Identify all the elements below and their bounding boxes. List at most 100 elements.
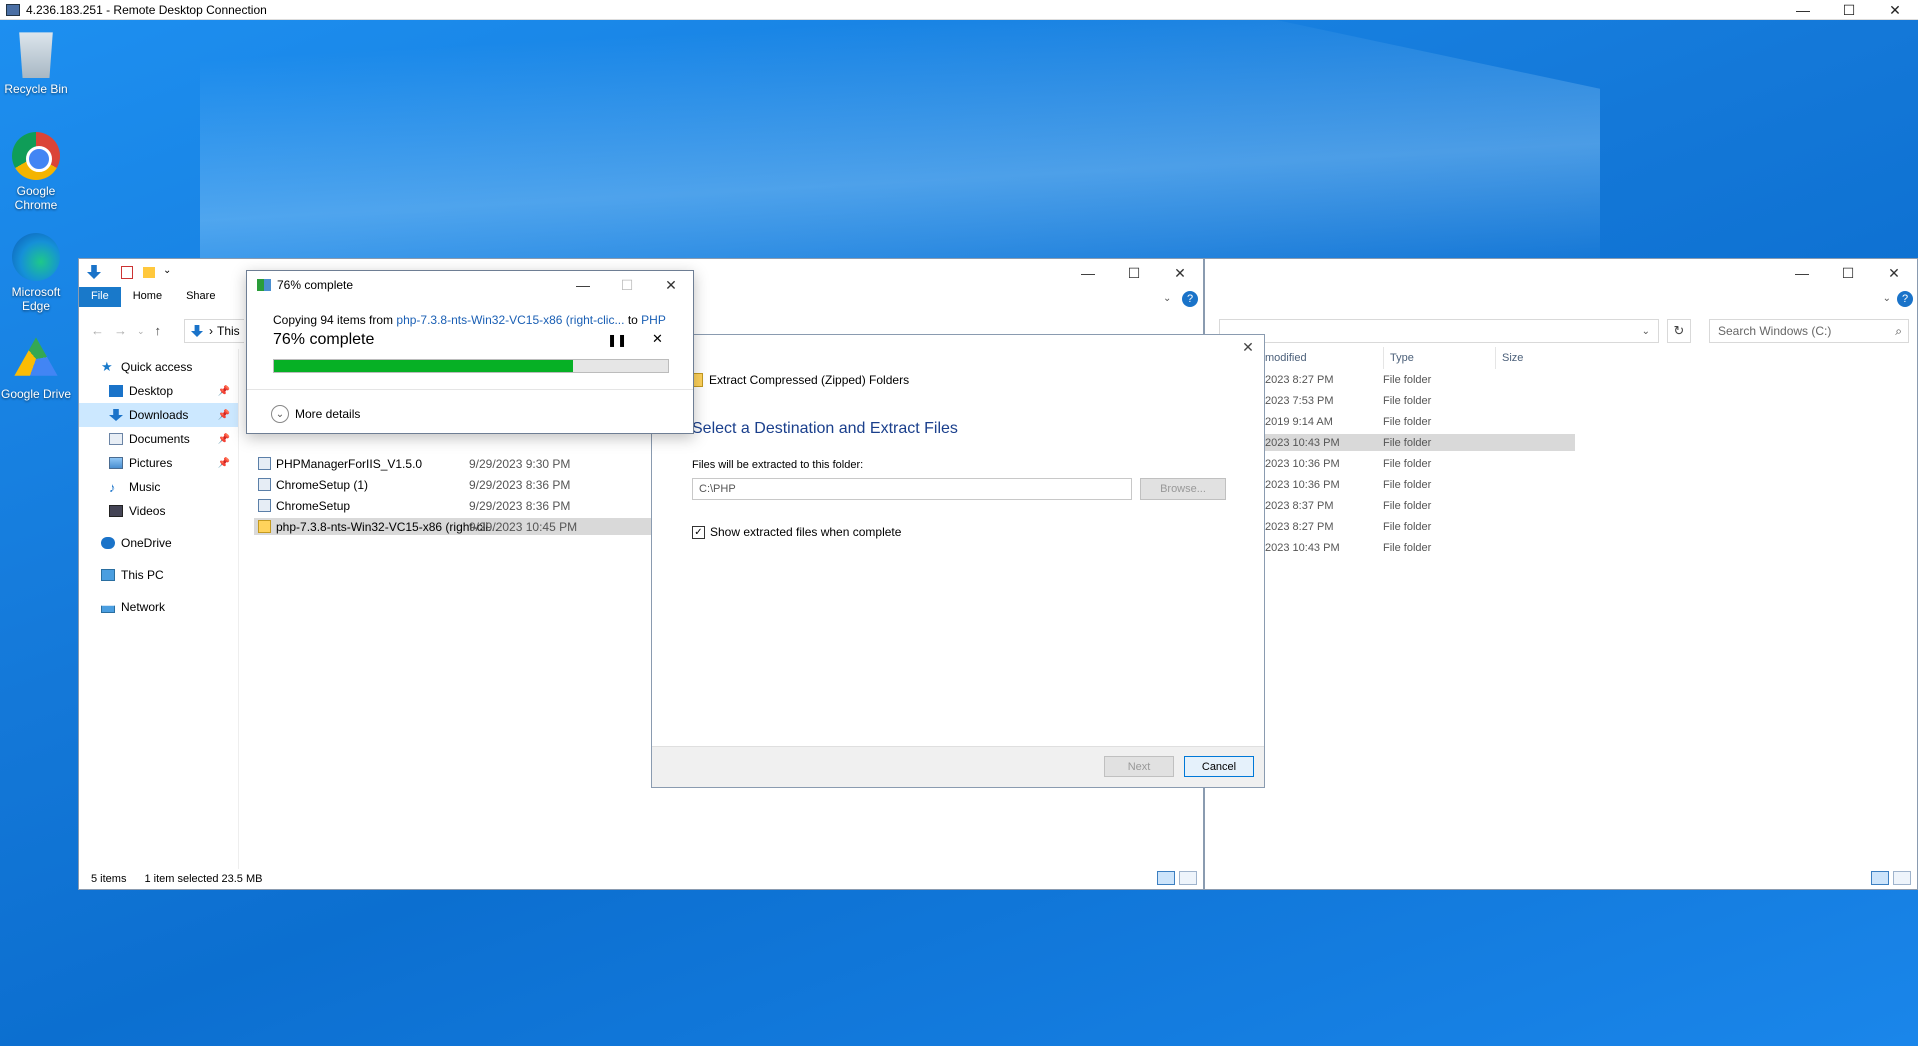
show-extracted-files-checkbox[interactable]: ✓ Show extracted files when complete: [692, 525, 901, 539]
table-row[interactable]: 2019 9:14 AM File folder: [1265, 413, 1575, 430]
downloads-arrow-icon: [191, 325, 203, 337]
item-type: File folder: [1383, 478, 1432, 491]
help-icon[interactable]: ?: [1897, 291, 1913, 307]
status-bar: 5 items 1 item selected 23.5 MB: [79, 869, 1203, 889]
refresh-button[interactable]: ↻: [1667, 319, 1691, 343]
chevron-down-icon: ⌄: [271, 405, 289, 423]
close-icon[interactable]: ✕: [1238, 339, 1258, 356]
help-icon[interactable]: ?: [1182, 291, 1198, 307]
chevron-down-icon[interactable]: ⌄: [1163, 293, 1171, 304]
desktop-icon-edge[interactable]: Microsoft Edge: [0, 233, 72, 313]
chevron-down-icon[interactable]: ⌄: [163, 265, 171, 276]
modified-date: 2023 7:53 PM: [1265, 394, 1334, 407]
rdp-close-button[interactable]: ✕: [1872, 0, 1918, 20]
remote-desktop-icon: [6, 3, 20, 16]
column-header-modified[interactable]: modified: [1265, 347, 1375, 369]
destination-label: Files will be extracted to this folder:: [692, 459, 864, 471]
table-row[interactable]: 2023 10:36 PM File folder: [1265, 455, 1575, 472]
nav-this-pc[interactable]: This PC: [79, 563, 238, 587]
downloads-icon: [109, 409, 123, 421]
forward-arrow-icon[interactable]: →: [114, 323, 127, 338]
column-header-size[interactable]: Size: [1495, 347, 1575, 369]
minimize-button[interactable]: —: [1779, 259, 1825, 287]
file-row-selected[interactable]: php-7.3.8-nts-Win32-VC15-x86 (right-cli.…: [254, 518, 654, 535]
nav-music[interactable]: ♪ Music: [79, 475, 238, 499]
file-row[interactable]: PHPManagerForIIS_V1.5.0 9/29/2023 9:30 P…: [254, 455, 654, 472]
nav-quick-access[interactable]: ★ Quick access: [79, 355, 238, 379]
modified-date: 2023 8:37 PM: [1265, 499, 1334, 512]
close-button[interactable]: ✕: [1871, 259, 1917, 287]
new-folder-icon[interactable]: [143, 267, 155, 278]
nav-documents[interactable]: Documents 📌: [79, 427, 238, 451]
close-button[interactable]: ✕: [1157, 259, 1203, 287]
extract-wizard-dialog: ✕ Extract Compressed (Zipped) Folders Se…: [651, 334, 1265, 788]
table-row[interactable]: 2023 8:27 PM File folder: [1265, 518, 1575, 535]
nav-pictures[interactable]: Pictures 📌: [79, 451, 238, 475]
nav-onedrive[interactable]: OneDrive: [79, 531, 238, 555]
large-icons-view-icon[interactable]: [1893, 871, 1911, 885]
column-header-type[interactable]: Type: [1383, 347, 1493, 369]
breadcrumb[interactable]: This: [217, 324, 240, 338]
pin-icon[interactable]: 📌: [218, 410, 230, 421]
tab-share[interactable]: Share: [174, 287, 227, 307]
up-arrow-icon[interactable]: ↑: [155, 323, 162, 338]
chevron-down-icon[interactable]: ⌄: [1883, 293, 1891, 304]
chrome-icon: [12, 132, 60, 180]
nav-videos[interactable]: Videos: [79, 499, 238, 523]
desktop-icon-chrome[interactable]: Google Chrome: [0, 132, 72, 212]
browse-button[interactable]: Browse...: [1140, 478, 1226, 500]
desktop-icon-recycle-bin[interactable]: Recycle Bin: [0, 30, 72, 96]
recent-locations-icon[interactable]: ⌄: [137, 323, 145, 338]
next-button[interactable]: Next: [1104, 756, 1174, 777]
address-bar[interactable]: ⌄: [1219, 319, 1659, 343]
close-button[interactable]: ✕: [649, 271, 693, 299]
cancel-copy-icon[interactable]: ✕: [652, 331, 663, 347]
maximize-button[interactable]: ☐: [1825, 259, 1871, 287]
table-row[interactable]: 2023 10:43 PM File folder: [1265, 434, 1575, 451]
desktop-icon-google-drive[interactable]: Google Drive: [0, 335, 72, 401]
nav-network[interactable]: Network: [79, 595, 238, 619]
copy-description: Copying 94 items from php-7.3.8-nts-Win3…: [273, 313, 666, 327]
destination-path-input[interactable]: C:\PHP: [692, 478, 1132, 500]
large-icons-view-icon[interactable]: [1179, 871, 1197, 885]
item-type: File folder: [1383, 541, 1432, 554]
source-link[interactable]: php-7.3.8-nts-Win32-VC15-x86 (right-clic…: [396, 313, 624, 327]
nav-downloads[interactable]: Downloads 📌: [79, 403, 238, 427]
file-row[interactable]: ChromeSetup 9/29/2023 8:36 PM: [254, 497, 654, 514]
back-arrow-icon[interactable]: ←: [91, 323, 104, 338]
nav-desktop[interactable]: Desktop 📌: [79, 379, 238, 403]
table-row[interactable]: 2023 8:27 PM File folder: [1265, 371, 1575, 388]
minimize-button[interactable]: —: [561, 271, 605, 299]
item-type: File folder: [1383, 457, 1432, 470]
progress-bar: [273, 359, 669, 373]
table-row[interactable]: 2023 7:53 PM File folder: [1265, 392, 1575, 409]
tab-home[interactable]: Home: [121, 287, 174, 307]
search-input[interactable]: Search Windows (C:) ⌕: [1709, 319, 1909, 343]
details-view-icon[interactable]: [1157, 871, 1175, 885]
desktop: Recycle Bin Google Chrome Microsoft Edge…: [0, 20, 1918, 1046]
table-row[interactable]: 2023 8:37 PM File folder: [1265, 497, 1575, 514]
tab-file[interactable]: File: [79, 287, 121, 307]
maximize-button[interactable]: ☐: [1111, 259, 1157, 287]
rdp-minimize-button[interactable]: —: [1780, 0, 1826, 20]
table-row[interactable]: 2023 10:43 PM File folder: [1265, 539, 1575, 556]
pin-icon[interactable]: 📌: [218, 458, 230, 469]
details-view-icon[interactable]: [1871, 871, 1889, 885]
chevron-down-icon[interactable]: ⌄: [1642, 326, 1650, 337]
pin-icon[interactable]: 📌: [218, 434, 230, 445]
table-row[interactable]: 2023 10:36 PM File folder: [1265, 476, 1575, 493]
cancel-button[interactable]: Cancel: [1184, 756, 1254, 777]
properties-icon[interactable]: [121, 266, 133, 279]
pause-icon[interactable]: ❚❚: [607, 333, 627, 347]
rdp-maximize-button[interactable]: ☐: [1826, 0, 1872, 20]
pin-icon[interactable]: 📌: [218, 386, 230, 397]
ribbon-tabs: File Home Share: [79, 287, 227, 307]
address-bar[interactable]: › This: [184, 319, 244, 343]
more-details-toggle[interactable]: ⌄ More details: [271, 405, 360, 423]
copy-progress-dialog: 76% complete — ☐ ✕ Copying 94 items from…: [246, 270, 694, 434]
network-icon: [101, 605, 115, 613]
file-row[interactable]: ChromeSetup (1) 9/29/2023 8:36 PM: [254, 476, 654, 493]
progress-percent-text: 76% complete: [273, 331, 375, 348]
minimize-button[interactable]: —: [1065, 259, 1111, 287]
destination-link[interactable]: PHP: [641, 313, 666, 327]
